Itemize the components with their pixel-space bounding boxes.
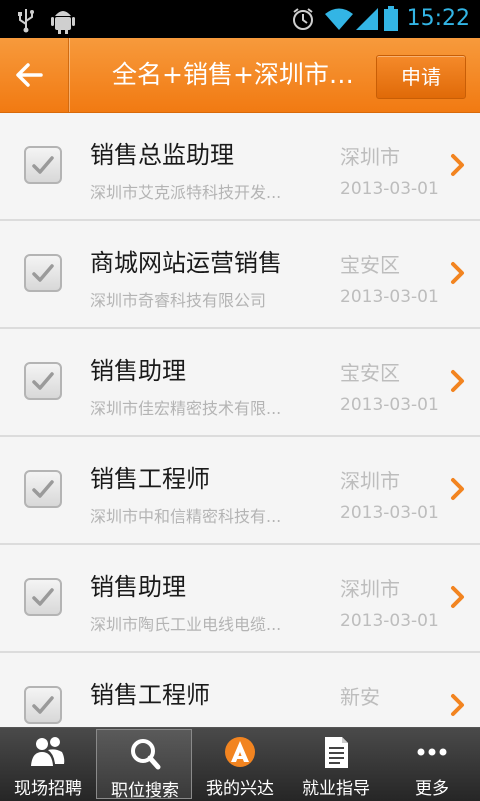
nav-label: 更多: [415, 779, 449, 799]
usb-icon: [14, 0, 38, 38]
checkmark-icon: [32, 156, 54, 174]
job-row[interactable]: 商城网站运营销售深圳市奇睿科技有限公司 宝安区 2013-03-01: [0, 221, 480, 329]
job-checkbox[interactable]: [24, 578, 62, 616]
job-checkbox[interactable]: [24, 686, 62, 724]
job-title: 销售助理: [90, 573, 186, 601]
job-checkbox[interactable]: [24, 470, 62, 508]
job-title: 销售工程师: [90, 465, 210, 493]
alarm-icon: [290, 0, 316, 38]
job-checkbox[interactable]: [24, 146, 62, 184]
chevron-right-icon: [451, 154, 464, 176]
nav-job-search[interactable]: 职位搜索: [96, 729, 192, 801]
chevron-right-icon: [451, 478, 464, 500]
chevron-right-icon: [451, 694, 464, 716]
nav-more[interactable]: 更多: [384, 728, 480, 801]
nav-label: 我的兴达: [206, 779, 274, 799]
nav-my-xingda[interactable]: 我的兴达: [192, 728, 288, 801]
people-icon: [28, 734, 68, 770]
company-name: 深圳市奇睿科技有限公司: [90, 291, 267, 310]
nav-live-recruitment[interactable]: 现场招聘: [0, 728, 96, 801]
job-location: 新安: [340, 685, 380, 709]
job-location: 宝安区: [340, 253, 400, 277]
job-row[interactable]: 销售工程师深圳市中和信精密科技有... 深圳市 2013-03-01: [0, 437, 480, 545]
chevron-right-icon: [451, 586, 464, 608]
apply-button[interactable]: 申请: [376, 55, 466, 99]
post-date: 2013-03-01: [340, 503, 439, 523]
post-date: 2013-03-01: [340, 287, 439, 307]
job-list: 销售总监助理 深圳市艾克派特科技开发... 深圳市 2013-03-01 商城网站运营销…: [0, 113, 480, 727]
nav-label: 现场招聘: [14, 779, 82, 799]
job-title: 销售助理: [90, 357, 186, 385]
job-row[interactable]: 销售助理深圳市陶氏工业电线电缆... 深圳市 2013-03-01: [0, 545, 480, 653]
chevron-right-icon: [451, 370, 464, 392]
checkmark-icon: [32, 372, 54, 390]
nav-label: 就业指导: [302, 779, 370, 799]
brand-logo-icon: [220, 734, 260, 770]
job-row[interactable]: 销售总监助理深圳市艾克派特科技开发... 深圳市 2013-03-01: [0, 113, 480, 221]
checkmark-icon: [32, 588, 54, 606]
post-date: 2013-03-01: [340, 611, 439, 631]
job-checkbox[interactable]: [24, 254, 62, 292]
nav-label: 职位搜索: [111, 781, 179, 801]
job-checkbox[interactable]: [24, 362, 62, 400]
battery-icon: [382, 0, 400, 38]
post-date: 2013-03-01: [340, 395, 439, 415]
back-arrow-icon: [16, 63, 43, 87]
job-title: 销售工程师: [90, 681, 210, 709]
job-location: 深圳市: [340, 469, 400, 493]
checkmark-icon: [32, 264, 54, 282]
bottom-nav: 现场招聘 职位搜索 我的兴达 就业指导 更多: [0, 727, 480, 801]
document-icon: [316, 734, 356, 770]
title-bar: 全名+销售+深圳市+... 申请: [0, 38, 480, 113]
post-date: 2013-03-01: [340, 179, 439, 199]
job-title: 销售总监助理: [90, 141, 234, 169]
job-location: 深圳市: [340, 577, 400, 601]
wifi-icon: [324, 0, 354, 38]
company-name: 深圳市中和信精密科技有...: [90, 507, 282, 526]
checkmark-icon: [32, 696, 54, 714]
company-name: 深圳市艾克派特科技开发...: [90, 183, 282, 202]
page-title: 全名+销售+深圳市+...: [112, 60, 370, 89]
job-row[interactable]: 销售工程师 新安: [0, 653, 480, 727]
job-location: 深圳市: [340, 145, 400, 169]
search-icon: [125, 736, 165, 772]
android-debug-icon: [48, 0, 78, 38]
chevron-right-icon: [451, 262, 464, 284]
company-name: 深圳市陶氏工业电线电缆...: [90, 615, 282, 634]
back-button[interactable]: [0, 38, 69, 112]
signal-icon: [354, 0, 380, 38]
clock-time: 15:22: [406, 6, 470, 31]
status-bar: 15:22: [0, 0, 480, 38]
nav-career-guidance[interactable]: 就业指导: [288, 728, 384, 801]
more-icon: [412, 734, 452, 770]
job-row[interactable]: 销售助理深圳市佳宏精密技术有限... 宝安区 2013-03-01: [0, 329, 480, 437]
job-title: 商城网站运营销售: [90, 249, 282, 277]
job-location: 宝安区: [340, 361, 400, 385]
checkmark-icon: [32, 480, 54, 498]
company-name: 深圳市佳宏精密技术有限...: [90, 399, 282, 418]
